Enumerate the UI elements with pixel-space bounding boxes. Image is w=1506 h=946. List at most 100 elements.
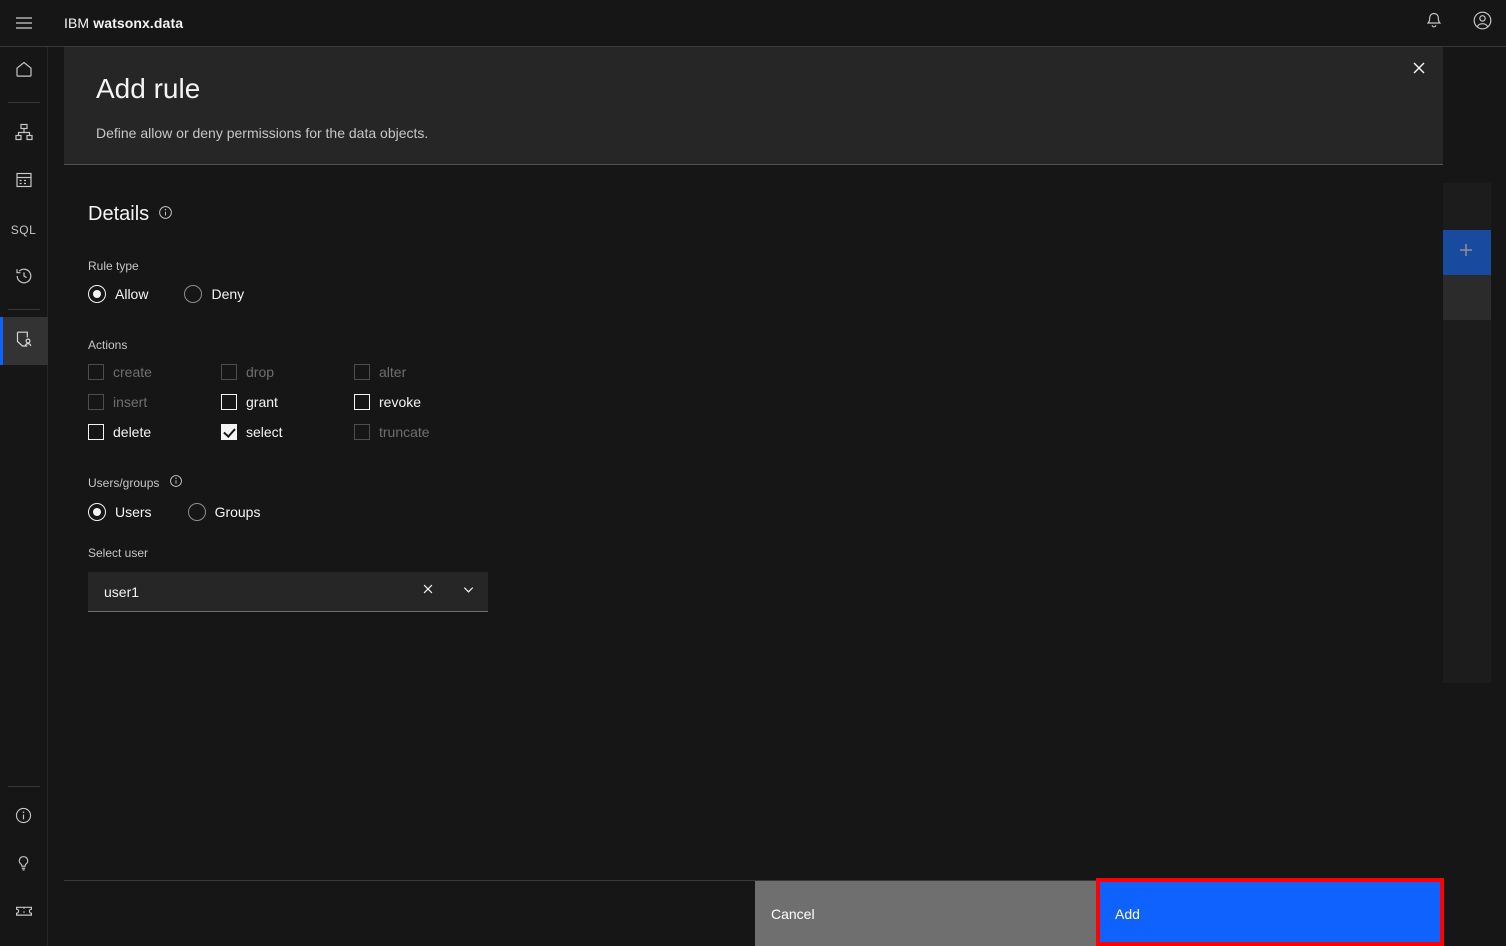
modal-subtitle: Define allow or deny permissions for the…: [96, 125, 429, 141]
checkbox-alter[interactable]: alter: [354, 364, 554, 380]
checkbox-truncate[interactable]: truncate: [354, 424, 554, 440]
radio-rule-type-allow[interactable]: Allow: [88, 285, 148, 303]
sidebar-item-infrastructure[interactable]: [0, 110, 48, 158]
sidebar-item-data-manager[interactable]: [0, 158, 48, 206]
radio-users[interactable]: Users: [88, 503, 152, 521]
background-add-button[interactable]: [1441, 230, 1491, 275]
info-icon[interactable]: [158, 203, 173, 226]
radio-rule-type-deny[interactable]: Deny: [184, 285, 244, 303]
sql-icon: SQL: [10, 223, 37, 237]
checkbox-mark-icon: [221, 424, 237, 440]
select-user-label-text: Select user: [88, 546, 149, 560]
checkbox-label-alter: alter: [379, 364, 407, 380]
checkbox-delete[interactable]: delete: [88, 424, 221, 440]
expand-dropdown-button[interactable]: [448, 572, 488, 612]
checkbox-create[interactable]: create: [88, 364, 221, 380]
radio-mark-icon: [88, 285, 106, 303]
checkbox-label-select: select: [246, 424, 283, 440]
checkbox-mark-icon: [354, 424, 370, 440]
select-user-label: Select user: [88, 545, 1411, 561]
brand-name: watsonx.data: [93, 15, 184, 31]
notifications-button[interactable]: [1410, 0, 1458, 47]
plus-icon: [1458, 242, 1474, 263]
bell-icon: [1424, 11, 1444, 36]
chevron-down-icon: [461, 582, 476, 602]
lightbulb-icon: [14, 854, 33, 878]
checkbox-mark-icon: [88, 394, 104, 410]
modal-body: Details Rule type Allow Deny Actions cre…: [64, 165, 1443, 880]
sidebar-item-home[interactable]: [0, 47, 48, 95]
checkbox-mark-icon: [354, 364, 370, 380]
sidebar-item-tips[interactable]: [0, 842, 48, 890]
access-control-icon: [14, 329, 34, 354]
header-actions: [1410, 0, 1506, 47]
checkbox-mark-icon: [88, 364, 104, 380]
select-user-field: user1: [88, 572, 488, 612]
clear-selection-button[interactable]: [408, 572, 448, 612]
close-icon: [421, 582, 435, 601]
rule-type-radio-group: Allow Deny: [88, 285, 1411, 303]
modal-header: Add rule Define allow or deny permission…: [64, 46, 1443, 165]
app-header: IBM watsonx.data: [0, 0, 1506, 47]
details-heading-label: Details: [88, 203, 150, 225]
background-row: [1441, 275, 1491, 320]
rail-divider: [7, 786, 40, 787]
modal-footer: Cancel Add: [64, 880, 1443, 946]
radio-label-groups: Groups: [214, 504, 261, 520]
rail-divider: [7, 102, 40, 103]
checkbox-label-insert: insert: [113, 394, 148, 410]
add-rule-modal: Add rule Define allow or deny permission…: [64, 46, 1443, 946]
sidebar-item-sql[interactable]: SQL: [0, 206, 48, 254]
radio-mark-icon: [184, 285, 203, 303]
checkbox-insert[interactable]: insert: [88, 394, 221, 410]
infrastructure-icon: [14, 122, 34, 147]
select-user-value: user1: [104, 583, 140, 600]
user-avatar-icon: [1472, 10, 1493, 36]
ticket-icon: [14, 902, 34, 927]
left-nav-rail: SQL: [0, 47, 48, 946]
checkbox-mark-icon: [221, 394, 237, 410]
add-button[interactable]: Add: [1099, 881, 1443, 946]
data-table-icon: [14, 170, 34, 195]
checkbox-label-drop: drop: [246, 364, 275, 380]
radio-label-users: Users: [115, 504, 152, 520]
radio-label-deny: Deny: [211, 286, 245, 302]
details-heading: Details: [88, 203, 1411, 226]
radio-groups[interactable]: Groups: [187, 503, 261, 521]
checkbox-label-grant: grant: [246, 394, 278, 410]
checkbox-mark-icon: [88, 424, 104, 440]
sidebar-item-about[interactable]: [0, 794, 48, 842]
app-brand[interactable]: IBM watsonx.data: [64, 15, 183, 31]
checkbox-mark-icon: [354, 394, 370, 410]
users-groups-radio-group: Users Groups: [88, 503, 1411, 521]
select-user-combobox[interactable]: user1: [88, 572, 488, 612]
checkbox-drop[interactable]: drop: [221, 364, 354, 380]
checkbox-revoke[interactable]: revoke: [354, 394, 554, 410]
hamburger-icon: [14, 13, 34, 33]
checkbox-grant[interactable]: grant: [221, 394, 354, 410]
cancel-button[interactable]: Cancel: [755, 881, 1099, 946]
hamburger-menu-button[interactable]: [0, 0, 48, 47]
user-account-button[interactable]: [1458, 0, 1506, 47]
rail-bottom-group: [0, 779, 48, 946]
radio-label-allow: Allow: [115, 286, 149, 302]
info-icon[interactable]: [169, 474, 183, 492]
checkbox-label-delete: delete: [113, 424, 152, 440]
rule-type-label-text: Rule type: [88, 259, 139, 273]
radio-mark-icon: [88, 503, 106, 521]
home-icon: [14, 59, 34, 84]
checkbox-select[interactable]: select: [221, 424, 354, 440]
info-icon: [14, 806, 33, 830]
close-button[interactable]: [1395, 46, 1443, 94]
rule-type-label: Rule type: [88, 258, 1411, 274]
close-icon: [1411, 60, 1427, 81]
checkbox-label-truncate: truncate: [379, 424, 430, 440]
sidebar-item-access-control[interactable]: [0, 317, 48, 365]
checkbox-label-revoke: revoke: [379, 394, 422, 410]
sidebar-item-query-history[interactable]: [0, 254, 48, 302]
sidebar-item-support[interactable]: [0, 890, 48, 938]
history-icon: [14, 266, 34, 291]
radio-mark-icon: [187, 503, 206, 521]
users-groups-label-text: Users/groups: [88, 476, 160, 490]
page-title: Add rule: [96, 73, 201, 104]
